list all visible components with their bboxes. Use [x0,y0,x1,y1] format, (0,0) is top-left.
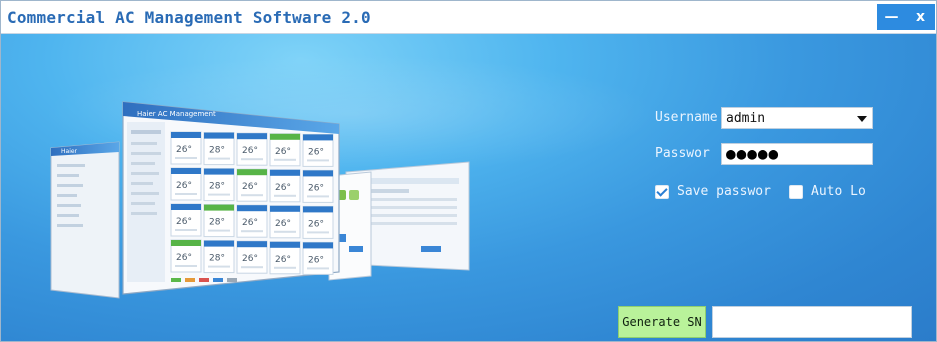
illustration-tile: 26° [302,205,334,239]
illustration-tile: 26° [170,203,202,237]
window-controls: — x [877,4,935,30]
tile-value: 26° [308,255,324,265]
window-title: Commercial AC Management Software 2.0 [7,8,371,27]
tile-value: 26° [242,182,258,192]
password-field[interactable]: ●●●●● [721,143,873,165]
svg-text:Haier: Haier [61,148,78,155]
illustration-tile: 28° [203,132,235,166]
illustration-tile: 26° [170,239,202,273]
illustration-tile: 26° [269,169,301,203]
login-panel: Haier Haier AC Management 26° 28° 26° 26… [1,34,936,341]
password-label: Passwor [655,146,710,161]
save-password-checkbox[interactable] [655,185,669,199]
illustration-tile: 26° [302,241,334,275]
illustration-tile: 26° [236,240,268,274]
chevron-down-icon[interactable] [857,116,867,122]
tile-value: 28° [209,254,225,264]
tile-value: 26° [242,146,258,156]
illustration-tile: 28° [203,168,235,202]
illustration-tile: 26° [170,167,202,201]
username-select[interactable]: admin [721,107,873,129]
illustration-tile: 26° [236,168,268,202]
left-preview-window: Haier [50,141,120,299]
tile-value: 26° [275,219,291,229]
save-password-label[interactable]: Save passwor [677,184,771,199]
title-bar[interactable]: Commercial AC Management Software 2.0 — … [1,1,936,34]
illustration-tile: 26° [269,133,301,167]
tile-value: 26° [275,255,291,265]
tile-value: 26° [176,253,192,263]
illustration-tile: 26° [170,131,202,165]
auto-login-label[interactable]: Auto Lo [811,184,866,199]
username-value: admin [726,111,766,126]
tile-value: 26° [275,183,291,193]
username-label: Username [655,110,718,125]
illustration-tile: 26° [236,204,268,238]
tile-value: 28° [209,182,225,192]
tile-value: 26° [308,147,324,157]
tile-value: 26° [308,219,324,229]
illustration-tile: 26° [269,205,301,239]
sn-input[interactable] [712,306,912,338]
auto-login-checkbox[interactable] [789,185,803,199]
generate-sn-button[interactable]: Generate SN [618,306,706,338]
illustration-tile: 28° [203,204,235,238]
tile-value: 28° [209,146,225,156]
illustration-tile: 26° [236,132,268,166]
tile-value: 26° [176,217,192,227]
tile-value: 28° [209,218,225,228]
tile-value: 26° [242,218,258,228]
product-illustration: Haier Haier AC Management 26° 28° 26° 26… [50,101,470,299]
illustration-tile: 28° [203,240,235,274]
minimize-button[interactable]: — [880,9,904,25]
tile-value: 26° [176,145,192,155]
app-window: Commercial AC Management Software 2.0 — … [0,0,937,342]
main-preview-window: Haier AC Management 26° 28° 26° 26° 26° 26° 28… [122,101,340,295]
preview-title: Haier AC Management [137,110,216,118]
tile-value: 26° [176,181,192,191]
close-button[interactable]: x [909,9,933,25]
tile-value: 26° [308,183,324,193]
illustration-tile: 26° [269,241,301,275]
tile-value: 26° [242,254,258,264]
illustration-tile: 26° [302,169,334,203]
illustration-tile: 26° [302,133,334,167]
tile-value: 26° [275,147,291,157]
